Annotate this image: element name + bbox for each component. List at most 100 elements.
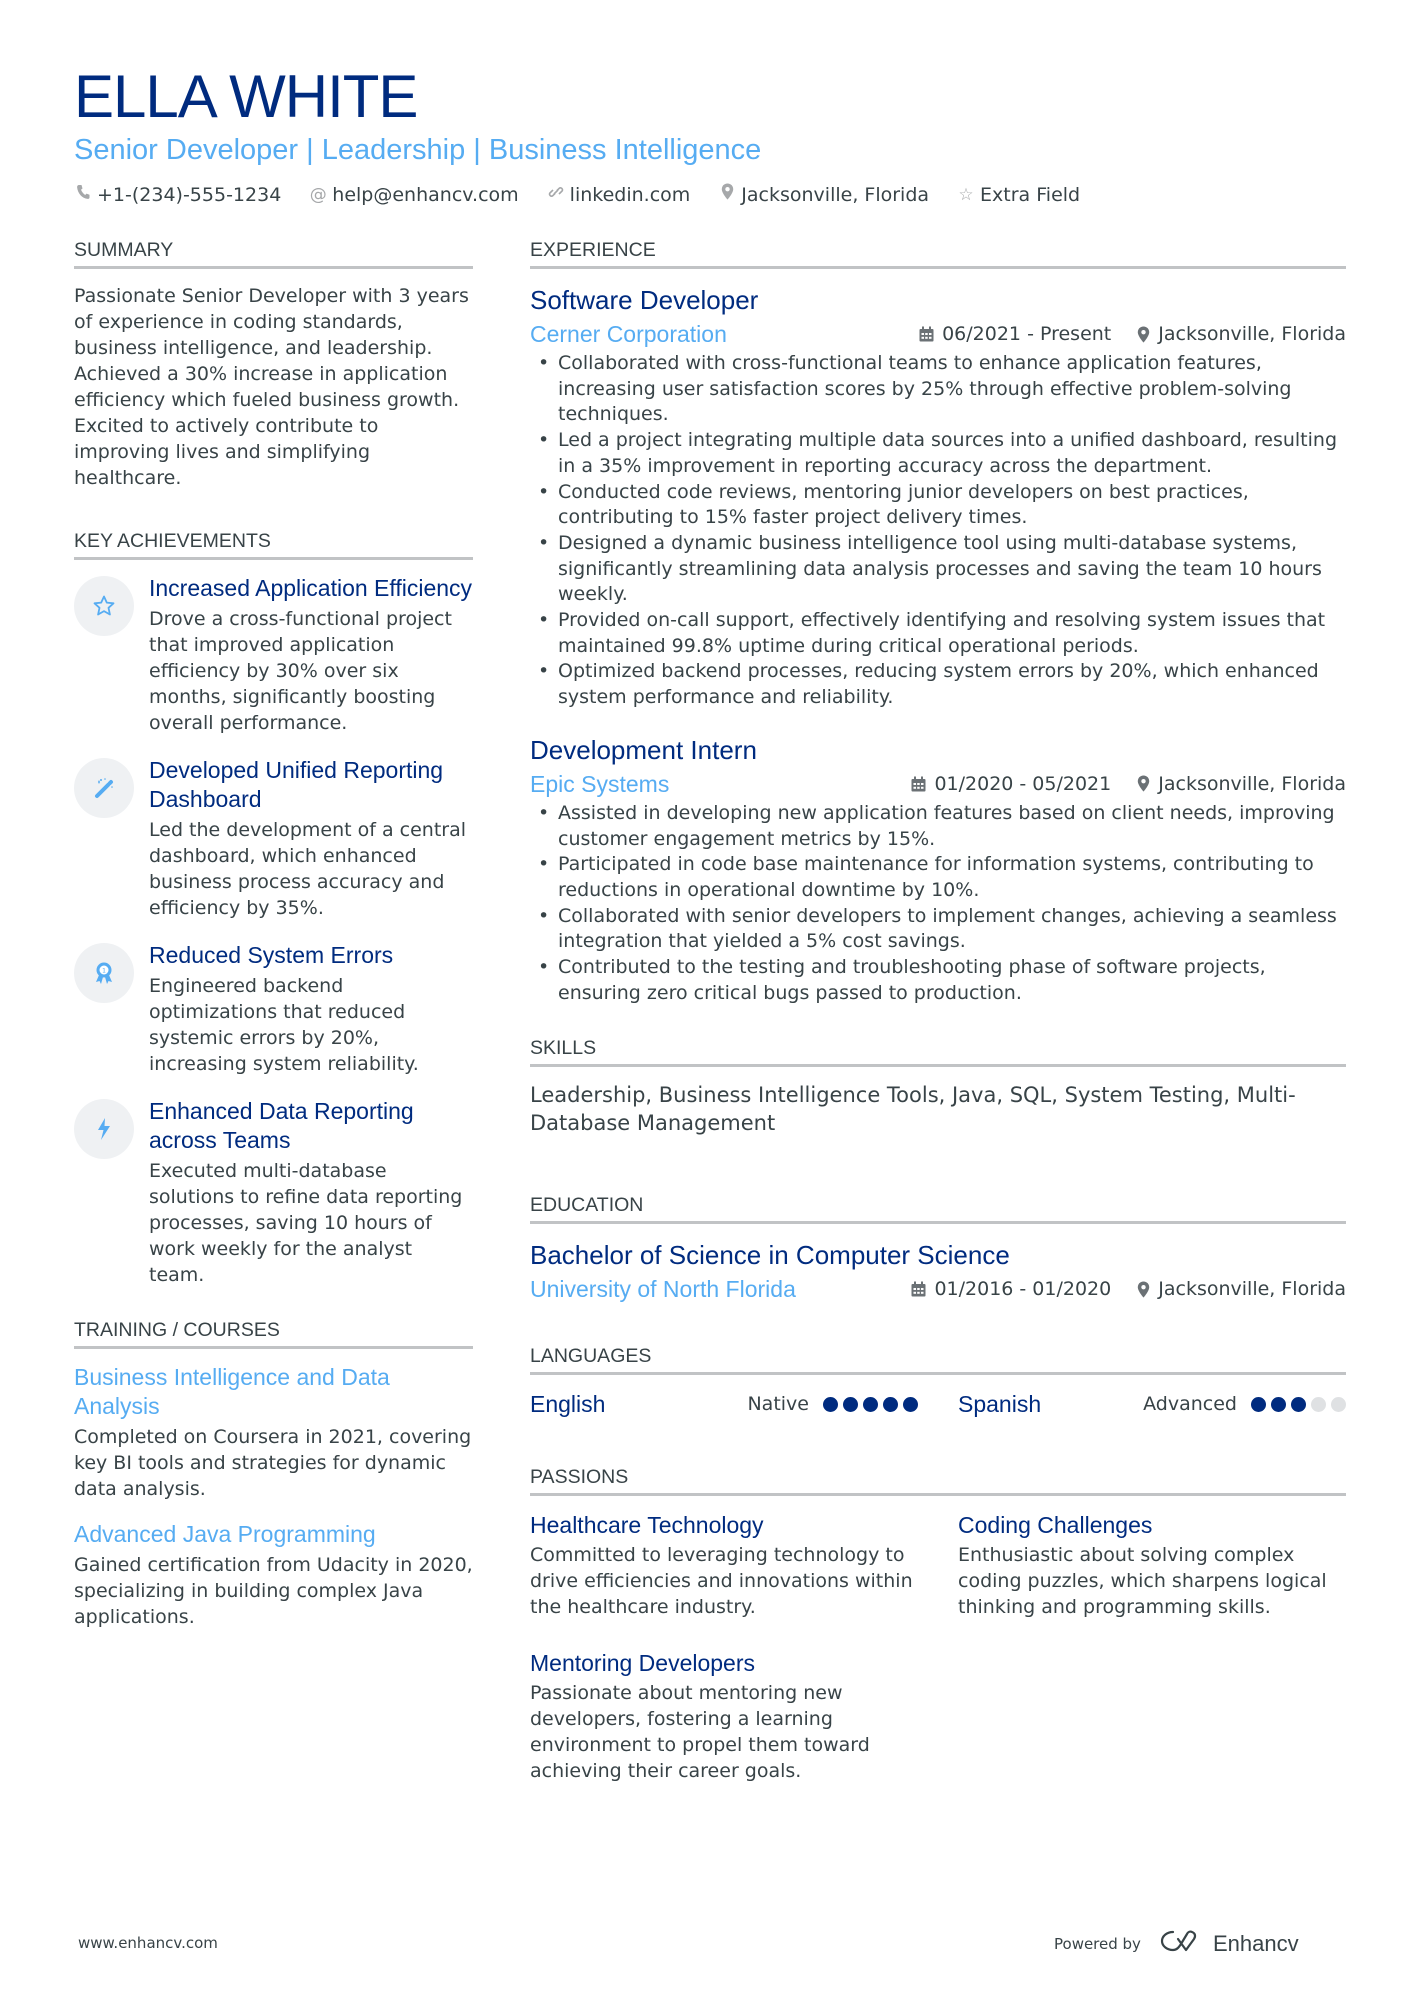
enhancv-logo-icon	[1159, 1928, 1205, 1960]
contact-extra-text: Extra Field	[980, 184, 1081, 206]
contact-email-text: help@enhancv.com	[332, 184, 519, 206]
section-title-summary: SUMMARY	[74, 238, 473, 269]
achievement-item: Enhanced Data Reporting across Teams Exe…	[74, 1097, 473, 1288]
language-item: English Native	[530, 1389, 958, 1419]
rating-dot-empty	[1311, 1396, 1326, 1412]
at-icon: @	[309, 185, 327, 205]
contact-row: +1-(234)-555-1234 @ help@enhancv.com lin…	[74, 182, 1346, 208]
award-ribbon-icon: 1	[74, 943, 134, 1003]
bullet-item: Led a project integrating multiple data …	[530, 428, 1346, 479]
passion-item: Healthcare Technology Committed to lever…	[530, 1510, 958, 1620]
passions-section: PASSIONS Healthcare Technology Committed…	[530, 1465, 1346, 1784]
course-text: Completed on Coursera in 2021, covering …	[74, 1426, 472, 1500]
left-column: SUMMARY Passionate Senior Developer with…	[74, 238, 473, 1668]
summary-text: Passionate Senior Developer with 3 years…	[74, 285, 469, 489]
education-dates: 01/2016 - 01/2020	[934, 1278, 1112, 1301]
rating-dot-filled	[1291, 1396, 1306, 1412]
footer-website[interactable]: www.enhancv.com	[78, 1934, 218, 1952]
summary-section: SUMMARY Passionate Senior Developer with…	[74, 238, 473, 491]
language-name: English	[530, 1391, 606, 1418]
rating-dot-filled	[1251, 1396, 1266, 1412]
contact-location-text: Jacksonville, Florida	[741, 184, 930, 206]
bullet-item: Collaborated with senior developers to i…	[530, 904, 1346, 955]
passion-text: Passionate about mentoring new developer…	[530, 1682, 870, 1783]
section-title-achievements: KEY ACHIEVEMENTS	[74, 529, 473, 560]
company-name: Epic Systems	[530, 770, 670, 797]
job-dates: 06/2021 - Present	[942, 323, 1112, 345]
rating-dot-filled	[1271, 1396, 1286, 1412]
job-bullets: Collaborated with cross-functional teams…	[530, 351, 1346, 711]
bullet-item: Optimized backend processes, reducing sy…	[530, 659, 1346, 710]
brand-name: Enhancv	[1212, 1931, 1299, 1956]
language-item: Spanish Advanced	[958, 1389, 1346, 1419]
training-section: TRAINING / COURSES Business Intelligence…	[74, 1318, 473, 1630]
language-rating	[1251, 1396, 1346, 1412]
location-icon	[718, 182, 736, 208]
contact-phone-text: +1-(234)-555-1234	[97, 184, 282, 206]
section-title-education: EDUCATION	[530, 1193, 1346, 1225]
passion-text: Enthusiastic about solving complex codin…	[958, 1544, 1327, 1619]
achievement-item: 1 Reduced System Errors Engineered backe…	[74, 941, 473, 1077]
location-icon	[1137, 326, 1150, 343]
job-location: Jacksonville, Florida	[1158, 323, 1346, 345]
bullet-item: Assisted in developing new application f…	[530, 801, 1346, 852]
candidate-headline: Senior Developer | Leadership | Business…	[74, 134, 762, 166]
job-entry: Development Intern Epic Systems 01/2020 …	[530, 733, 1346, 1007]
course-title: Business Intelligence and Data Analysis	[74, 1364, 390, 1419]
rating-dot-filled	[843, 1396, 858, 1412]
rating-dot-filled	[823, 1396, 838, 1412]
contact-phone[interactable]: +1-(234)-555-1234	[74, 182, 281, 208]
job-dates: 01/2020 - 05/2021	[934, 772, 1112, 795]
achievements-section: KEY ACHIEVEMENTS Increased Application E…	[74, 529, 473, 1288]
contact-location: Jacksonville, Florida	[718, 182, 929, 208]
footer-branding: Powered by Enhancv	[1054, 1928, 1299, 1960]
bullet-item: Provided on-call support, effectively id…	[530, 608, 1346, 659]
achievement-title: Developed Unified Reporting Dashboard	[149, 757, 444, 812]
skills-section: SKILLS Leadership, Business Intelligence…	[530, 1036, 1346, 1137]
course-item: Advanced Java Programming Gained certifi…	[74, 1520, 473, 1630]
passion-title: Coding Challenges	[958, 1512, 1153, 1539]
job-location: Jacksonville, Florida	[1158, 772, 1346, 795]
rating-dot-filled	[903, 1396, 918, 1412]
star-icon	[74, 576, 134, 636]
calendar-icon	[919, 326, 934, 342]
bullet-item: Participated in code base maintenance fo…	[530, 852, 1346, 903]
calendar-icon	[911, 776, 926, 792]
section-title-passions: PASSIONS	[530, 1465, 1346, 1497]
achievement-item: Developed Unified Reporting Dashboard Le…	[74, 756, 473, 921]
section-title-skills: SKILLS	[530, 1036, 1346, 1068]
bullet-item: Conducted code reviews, mentoring junior…	[530, 480, 1346, 531]
resume-header: ELLA WHITE Senior Developer | Leadership…	[74, 62, 1346, 208]
link-icon	[547, 182, 565, 208]
candidate-name: ELLA WHITE	[74, 63, 418, 130]
right-column: EXPERIENCE Software Developer Cerner Cor…	[530, 238, 1346, 1822]
magic-wand-icon	[74, 758, 134, 818]
language-name: Spanish	[958, 1391, 1042, 1418]
rating-dot-filled	[883, 1396, 898, 1412]
education-location: Jacksonville, Florida	[1158, 1278, 1346, 1301]
location-icon	[1137, 1281, 1150, 1298]
achievement-text: Led the development of a central dashboa…	[149, 819, 467, 919]
achievement-text: Drove a cross-functional project that im…	[149, 608, 452, 734]
education-section: EDUCATION Bachelor of Science in Compute…	[530, 1193, 1346, 1304]
achievement-title: Enhanced Data Reporting across Teams	[149, 1098, 414, 1153]
achievement-text: Engineered backend optimizations that re…	[149, 975, 419, 1075]
course-text: Gained certification from Udacity in 202…	[74, 1554, 473, 1628]
school-name: University of North Florida	[530, 1276, 796, 1303]
language-rating	[823, 1396, 918, 1412]
job-title: Software Developer	[530, 285, 759, 315]
languages-section: LANGUAGES English Native Spanish Advance…	[530, 1344, 1346, 1419]
contact-linkedin-text: linkedin.com	[569, 184, 691, 206]
achievement-text: Executed multi-database solutions to ref…	[149, 1160, 463, 1286]
language-level: Advanced	[1143, 1393, 1237, 1416]
achievement-title: Increased Application Efficiency	[149, 575, 473, 601]
rating-dot-empty	[1331, 1396, 1346, 1412]
lightning-icon	[74, 1099, 134, 1159]
brand-logo[interactable]: Enhancv	[1159, 1928, 1299, 1960]
contact-email[interactable]: @ help@enhancv.com	[309, 182, 519, 208]
contact-linkedin[interactable]: linkedin.com	[547, 182, 691, 208]
location-icon	[1137, 775, 1150, 792]
achievement-title: Reduced System Errors	[149, 942, 394, 968]
job-entry: Software Developer Cerner Corporation 06…	[530, 283, 1346, 711]
company-name: Cerner Corporation	[530, 321, 727, 347]
